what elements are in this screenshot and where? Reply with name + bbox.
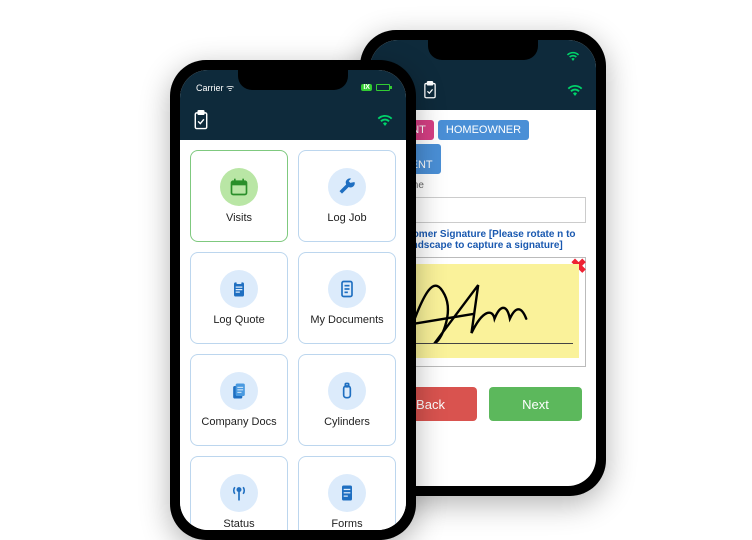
wifi-icon <box>566 51 580 63</box>
antenna-icon <box>220 474 258 512</box>
tile-log-quote[interactable]: Log Quote <box>190 252 288 344</box>
clipboard-check-icon[interactable] <box>422 81 438 104</box>
wifi-icon <box>566 83 584 101</box>
calendar-icon <box>220 168 258 206</box>
tile-cylinders[interactable]: Cylinders <box>298 354 396 446</box>
clipboard-icon <box>220 270 258 308</box>
tile-visits[interactable]: Visits <box>190 150 288 242</box>
form-icon <box>328 474 366 512</box>
tile-label: Cylinders <box>324 416 370 428</box>
tile-my-documents[interactable]: My Documents <box>298 252 396 344</box>
tile-forms[interactable]: Forms <box>298 456 396 530</box>
document-icon <box>328 270 366 308</box>
tile-status[interactable]: Status <box>190 456 288 530</box>
tile-label: Status <box>223 518 254 530</box>
clipboard-check-icon[interactable] <box>192 110 210 135</box>
wifi-icon <box>376 113 394 131</box>
tile-label: Company Docs <box>201 416 276 428</box>
chip-homeowner[interactable]: HOMEOWNER <box>438 120 529 140</box>
tile-label: Log Job <box>327 212 366 224</box>
next-button[interactable]: Next <box>489 387 582 421</box>
tile-label: Visits <box>226 212 252 224</box>
phone-front-frame: Carrier ᯤ 8:44 PM IX <box>170 60 416 540</box>
app-header-front <box>180 104 406 140</box>
documents-icon <box>220 372 258 410</box>
status-carrier: Carrier ᯤ <box>196 81 234 94</box>
tile-label: Forms <box>331 518 362 530</box>
tile-company-docs[interactable]: Company Docs <box>190 354 288 446</box>
cylinder-icon <box>328 372 366 410</box>
tile-label: My Documents <box>310 314 383 326</box>
tile-label: Log Quote <box>213 314 264 326</box>
tile-log-job[interactable]: Log Job <box>298 150 396 242</box>
battery-icon <box>376 84 390 91</box>
status-badge: IX <box>361 84 372 91</box>
wrench-icon <box>328 168 366 206</box>
